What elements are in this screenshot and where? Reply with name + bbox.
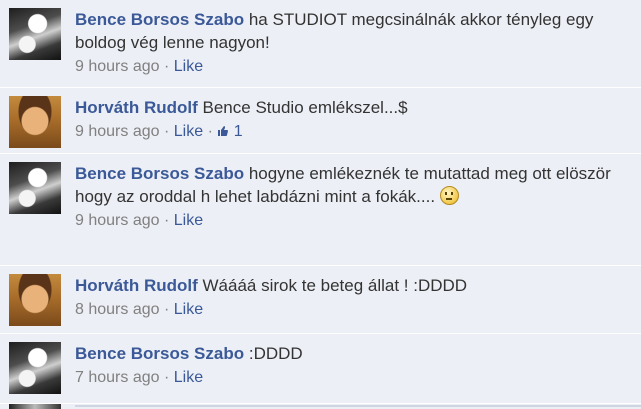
comment-meta: 8 hours ago · Like: [75, 299, 629, 321]
comment-author-link[interactable]: Bence Borsos Szabo: [75, 10, 244, 29]
meta-separator: ·: [163, 301, 170, 318]
comment-body: Bence Borsos Szabo hogyne emlékeznék te …: [75, 162, 629, 232]
comment-meta: 9 hours ago · Like: [75, 56, 629, 78]
comment-item: Horváth Rudolf Bence Studio emlékszel...…: [0, 88, 641, 154]
comment-text: Bence Studio emlékszel...$: [202, 98, 408, 117]
comment-timestamp[interactable]: 9 hours ago: [75, 58, 160, 75]
comment-timestamp[interactable]: 7 hours ago: [75, 369, 160, 386]
avatar[interactable]: [9, 274, 61, 326]
like-link[interactable]: Like: [174, 369, 203, 386]
comment-timestamp[interactable]: 9 hours ago: [75, 123, 160, 140]
avatar[interactable]: [9, 96, 61, 148]
divider: [75, 405, 641, 407]
meta-separator: ·: [163, 369, 170, 386]
avatar[interactable]: [9, 342, 61, 394]
avatar[interactable]: [9, 8, 61, 60]
comment-item: Bence Borsos Szabo :DDDD 7 hours ago · L…: [0, 334, 641, 404]
comment-meta: 9 hours ago · Like · 1: [75, 121, 629, 143]
comment-text: Wáááá sirok te beteg állat ! :DDDD: [202, 276, 468, 295]
like-link[interactable]: Like: [174, 212, 203, 229]
like-link[interactable]: Like: [174, 58, 203, 75]
comment-meta: 9 hours ago · Like: [75, 210, 629, 232]
like-link[interactable]: Like: [174, 123, 203, 140]
comment-body: Horváth Rudolf Bence Studio emlékszel...…: [75, 96, 629, 143]
comment-body: Bence Borsos Szabo :DDDD 7 hours ago · L…: [75, 342, 629, 389]
comment-author-link[interactable]: Horváth Rudolf: [75, 98, 198, 117]
comment-meta: 7 hours ago · Like: [75, 367, 629, 389]
comment-timestamp[interactable]: 9 hours ago: [75, 212, 160, 229]
comment-author-link[interactable]: Bence Borsos Szabo: [75, 164, 244, 183]
comment-author-link[interactable]: Horváth Rudolf: [75, 276, 198, 295]
comment-feed: Bence Borsos Szabo ha STUDIOT megcsináln…: [0, 0, 641, 409]
comment-author-link[interactable]: Bence Borsos Szabo: [75, 344, 244, 363]
comment-item: Bence Borsos Szabo ha STUDIOT megcsináln…: [0, 0, 641, 88]
comment-body: Horváth Rudolf Wáááá sirok te beteg álla…: [75, 274, 629, 321]
meta-separator: ·: [207, 123, 213, 140]
comment-text: :DDDD: [248, 344, 303, 363]
meta-separator: ·: [163, 212, 170, 229]
next-comment-edge: [0, 404, 641, 409]
meta-separator: ·: [163, 123, 170, 140]
comment-item: Bence Borsos Szabo hogyne emlékeznék te …: [0, 154, 641, 266]
avatar[interactable]: [9, 162, 61, 214]
comment-item: Horváth Rudolf Wáááá sirok te beteg álla…: [0, 266, 641, 334]
comment-body: Bence Borsos Szabo ha STUDIOT megcsináln…: [75, 8, 629, 78]
sad-face-icon: [439, 186, 459, 205]
like-count-value: 1: [233, 123, 243, 140]
like-link[interactable]: Like: [174, 301, 203, 318]
thumbs-up-icon: [218, 126, 229, 136]
meta-separator: ·: [163, 58, 170, 75]
avatar: [9, 404, 61, 409]
comment-timestamp[interactable]: 8 hours ago: [75, 301, 160, 318]
like-count[interactable]: 1: [217, 123, 243, 140]
